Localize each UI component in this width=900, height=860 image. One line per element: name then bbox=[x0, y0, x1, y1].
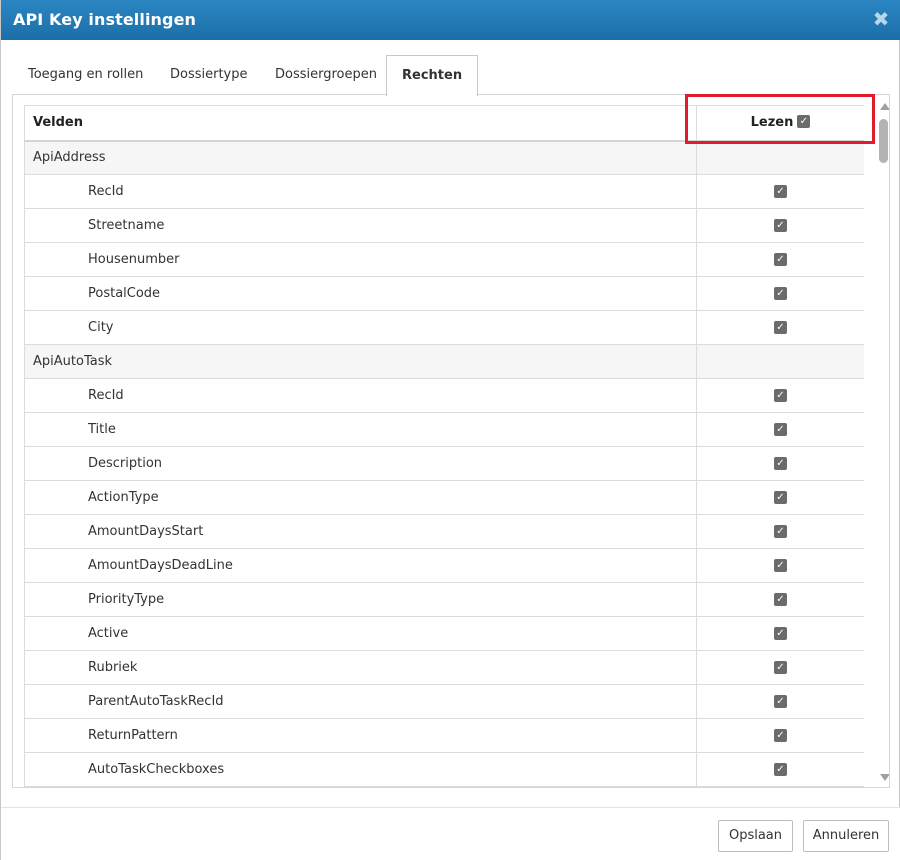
tab-content-panel: Velden Lezen ✓ ApiAddress RecId ✓ Streetname… bbox=[12, 94, 890, 788]
table-row: Housenumber ✓ bbox=[24, 242, 864, 277]
table-row: Title ✓ bbox=[24, 412, 864, 447]
group-row: ApiAutoTask bbox=[24, 344, 864, 379]
read-cell: ✓ bbox=[696, 514, 864, 549]
field-name: Description bbox=[24, 446, 697, 481]
read-cell: ✓ bbox=[696, 480, 864, 515]
scroll-down-arrow-icon[interactable] bbox=[880, 774, 889, 781]
read-cell: ✓ bbox=[696, 174, 864, 209]
read-checkbox[interactable]: ✓ bbox=[774, 593, 787, 606]
read-checkbox[interactable]: ✓ bbox=[774, 423, 787, 436]
scrollbar-thumb[interactable] bbox=[879, 119, 888, 163]
read-cell: ✓ bbox=[696, 548, 864, 583]
table-row: Description ✓ bbox=[24, 446, 864, 481]
read-checkbox[interactable]: ✓ bbox=[774, 763, 787, 776]
read-cell: ✓ bbox=[696, 208, 864, 243]
field-name: ParentAutoTaskRecId bbox=[24, 684, 697, 719]
group-read-cell bbox=[696, 344, 864, 379]
group-name: ApiAddress bbox=[24, 140, 697, 175]
read-cell: ✓ bbox=[696, 684, 864, 719]
read-checkbox[interactable]: ✓ bbox=[774, 219, 787, 232]
read-cell: ✓ bbox=[696, 310, 864, 345]
read-cell: ✓ bbox=[696, 446, 864, 481]
field-name: PostalCode bbox=[24, 276, 697, 311]
api-key-settings-dialog: API Key instellingen ✖ Toegang en rollen… bbox=[0, 0, 900, 860]
read-cell: ✓ bbox=[696, 378, 864, 413]
field-name: AmountDaysStart bbox=[24, 514, 697, 549]
tab-dossiergroepen[interactable]: Dossiergroepen bbox=[260, 55, 392, 95]
read-checkbox[interactable]: ✓ bbox=[774, 253, 787, 266]
table-row: Streetname ✓ bbox=[24, 208, 864, 243]
read-checkbox[interactable]: ✓ bbox=[774, 627, 787, 640]
table-row: City ✓ bbox=[24, 310, 864, 345]
group-name: ApiAutoTask bbox=[24, 344, 697, 379]
cancel-button[interactable]: Annuleren bbox=[803, 820, 889, 852]
table-row: PriorityType ✓ bbox=[24, 582, 864, 617]
field-name: AmountDaysDeadLine bbox=[24, 548, 697, 583]
table-row: AutoTaskCheckboxes ✓ bbox=[24, 752, 864, 787]
permissions-table-body: ApiAddress RecId ✓ Streetname ✓ Housenumber ✓ P… bbox=[24, 140, 864, 787]
column-header-read: Lezen ✓ bbox=[696, 105, 864, 142]
permissions-table-wrap: Velden Lezen ✓ ApiAddress RecId ✓ Streetname… bbox=[24, 105, 864, 787]
read-cell: ✓ bbox=[696, 412, 864, 447]
field-name: Title bbox=[24, 412, 697, 447]
read-checkbox[interactable]: ✓ bbox=[774, 185, 787, 198]
field-name: ReturnPattern bbox=[24, 718, 697, 753]
table-row: RecId ✓ bbox=[24, 378, 864, 413]
field-name: Active bbox=[24, 616, 697, 651]
field-name: ActionType bbox=[24, 480, 697, 515]
read-checkbox[interactable]: ✓ bbox=[774, 661, 787, 674]
table-row: ParentAutoTaskRecId ✓ bbox=[24, 684, 864, 719]
table-row: AmountDaysStart ✓ bbox=[24, 514, 864, 549]
field-name: Streetname bbox=[24, 208, 697, 243]
dialog-title: API Key instellingen bbox=[13, 10, 197, 29]
save-button[interactable]: Opslaan bbox=[718, 820, 793, 852]
close-icon[interactable]: ✖ bbox=[871, 8, 891, 30]
read-cell: ✓ bbox=[696, 242, 864, 277]
tab-toegang-en-rollen[interactable]: Toegang en rollen bbox=[13, 55, 158, 95]
tab-bar: Toegang en rollen Dossiertype Dossiergro… bbox=[13, 55, 889, 96]
table-row: ActionType ✓ bbox=[24, 480, 864, 515]
read-checkbox[interactable]: ✓ bbox=[774, 525, 787, 538]
field-name: Rubriek bbox=[24, 650, 697, 685]
read-checkbox[interactable]: ✓ bbox=[774, 321, 787, 334]
table-row: RecId ✓ bbox=[24, 174, 864, 209]
read-checkbox[interactable]: ✓ bbox=[774, 559, 787, 572]
dialog-titlebar: API Key instellingen ✖ bbox=[1, 0, 900, 40]
table-row: AmountDaysDeadLine ✓ bbox=[24, 548, 864, 583]
field-name: Housenumber bbox=[24, 242, 697, 277]
read-checkbox[interactable]: ✓ bbox=[774, 729, 787, 742]
tab-rechten[interactable]: Rechten bbox=[386, 55, 479, 96]
field-name: City bbox=[24, 310, 697, 345]
read-checkbox[interactable]: ✓ bbox=[774, 287, 787, 300]
table-row: ReturnPattern ✓ bbox=[24, 718, 864, 753]
table-header-row: Velden Lezen ✓ bbox=[24, 105, 864, 142]
field-name: PriorityType bbox=[24, 582, 697, 617]
read-checkbox[interactable]: ✓ bbox=[774, 389, 787, 402]
scroll-up-arrow-icon[interactable] bbox=[880, 103, 889, 110]
tab-dossiertype[interactable]: Dossiertype bbox=[155, 55, 263, 95]
read-checkbox[interactable]: ✓ bbox=[774, 695, 787, 708]
read-checkbox[interactable]: ✓ bbox=[774, 491, 787, 504]
dialog-footer: Opslaan Annuleren bbox=[1, 807, 900, 860]
column-header-read-label: Lezen bbox=[750, 115, 794, 131]
table-row: Rubriek ✓ bbox=[24, 650, 864, 685]
table-row: PostalCode ✓ bbox=[24, 276, 864, 311]
field-name: RecId bbox=[24, 378, 697, 413]
read-cell: ✓ bbox=[696, 718, 864, 753]
read-cell: ✓ bbox=[696, 582, 864, 617]
read-cell: ✓ bbox=[696, 616, 864, 651]
field-name: RecId bbox=[24, 174, 697, 209]
read-cell: ✓ bbox=[696, 650, 864, 685]
column-header-fields: Velden bbox=[24, 105, 697, 142]
group-row: ApiAddress bbox=[24, 140, 864, 175]
read-all-checkbox[interactable]: ✓ bbox=[797, 115, 811, 129]
group-read-cell bbox=[696, 140, 864, 175]
field-name: AutoTaskCheckboxes bbox=[24, 752, 697, 787]
table-row: Active ✓ bbox=[24, 616, 864, 651]
read-checkbox[interactable]: ✓ bbox=[774, 457, 787, 470]
vertical-scrollbar[interactable] bbox=[877, 95, 889, 787]
read-cell: ✓ bbox=[696, 752, 864, 787]
permissions-table: Velden Lezen ✓ ApiAddress RecId ✓ Streetname… bbox=[24, 105, 864, 787]
read-cell: ✓ bbox=[696, 276, 864, 311]
